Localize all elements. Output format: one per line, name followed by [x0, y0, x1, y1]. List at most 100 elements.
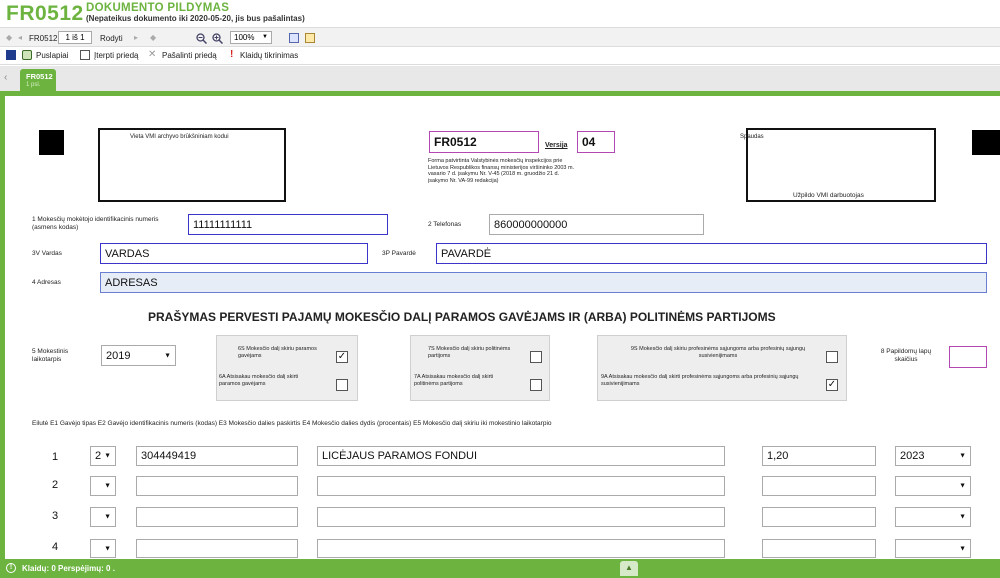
union-group	[597, 335, 847, 401]
last-page-icon[interactable]: ◆	[150, 33, 156, 42]
opt6a-checkbox[interactable]	[336, 379, 348, 391]
first-page-icon[interactable]: ◆	[6, 33, 12, 42]
recipient-code-field[interactable]: 304449419	[136, 446, 298, 466]
opt9a-label: 9A Atsisakau mokesčio dalį skirti profes…	[601, 374, 799, 387]
recipient-type-select[interactable]: ▼	[90, 507, 116, 527]
page-title: DOKUMENTO PILDYMAS	[86, 2, 230, 14]
percent-field[interactable]	[762, 507, 876, 527]
row-number: 4	[52, 541, 59, 553]
insert-attachment-icon[interactable]	[80, 50, 90, 60]
save-icon[interactable]	[6, 50, 16, 60]
recipient-type-select[interactable]: ▼	[90, 539, 116, 558]
page-tabs: ‹ FR0512 1 psl.	[0, 66, 1000, 92]
address-field[interactable]: ADRESAS	[100, 272, 987, 293]
next-page-icon[interactable]: ▸	[134, 33, 138, 42]
vmi-label: Užpildo VMI darbuotojas	[793, 192, 864, 199]
tab-code: FR0512	[26, 72, 53, 81]
recipient-code-field[interactable]	[136, 476, 298, 496]
pages-icon[interactable]	[22, 50, 32, 60]
percent-field[interactable]: 1,20	[762, 446, 876, 466]
recipient-type-select[interactable]: 2 ▼	[90, 446, 116, 466]
chevron-down-icon: ▼	[959, 513, 966, 521]
chevron-down-icon: ▼	[164, 352, 171, 359]
extra-pages-field[interactable]	[949, 346, 987, 368]
phone-field[interactable]: 860000000000	[489, 214, 704, 235]
taxpayer-id-label: 1 Mokesčių mokėtojo identifikacinis nume…	[32, 216, 159, 231]
zoom-select[interactable]: 100% ▼	[230, 31, 272, 44]
opt6s-checkbox[interactable]: ✓	[336, 351, 348, 363]
toolbar-form-code: FR0512	[29, 34, 58, 43]
version-field[interactable]: 04	[577, 131, 615, 153]
tax-period-select[interactable]: 2019 ▼	[101, 345, 176, 366]
tax-period-label: 5 Mokestinis laikotarpis	[32, 348, 69, 363]
table-header: Eilutė E1 Gavėjo tipas E2 Gavėjo identif…	[32, 420, 552, 427]
notes-icon[interactable]	[305, 33, 315, 43]
chevron-down-icon: ▼	[104, 482, 111, 490]
row-number: 3	[52, 510, 59, 522]
form-code-field[interactable]: FR0512	[429, 131, 539, 153]
address-label: 4 Adresas	[32, 279, 61, 286]
stamp-label: Spaudas	[740, 134, 764, 140]
year-select[interactable]: ▼	[895, 476, 971, 496]
recipient-purpose-field[interactable]	[317, 476, 725, 496]
pages-button[interactable]: Puslapiai	[36, 51, 68, 60]
page-indicator[interactable]: 1 iš 1	[58, 31, 92, 44]
year-select[interactable]: 2023 ▼	[895, 446, 971, 466]
zoom-in-icon[interactable]	[212, 33, 223, 44]
phone-label: 2 Telefonas	[428, 221, 462, 228]
opt7a-checkbox[interactable]	[530, 379, 542, 391]
chevron-left-icon[interactable]: ‹	[4, 72, 7, 83]
check-errors-button[interactable]: Klaidų tikrinimas	[240, 51, 298, 60]
chevron-down-icon: ▼	[959, 482, 966, 490]
status-bar: ! Klaidų: 0 Perspėjimų: 0 . ▲	[0, 559, 1000, 578]
tab-page-1[interactable]: FR0512 1 psl.	[20, 69, 56, 92]
edit-icon[interactable]	[289, 33, 299, 43]
year-select[interactable]: ▼	[895, 539, 971, 558]
opt7s-checkbox[interactable]	[530, 351, 542, 363]
recipient-purpose-field[interactable]	[317, 507, 725, 527]
first-name-field[interactable]: VARDAS	[100, 243, 368, 264]
percent-field[interactable]	[762, 539, 876, 558]
last-name-field[interactable]: PAVARDĖ	[436, 243, 987, 264]
previous-page-icon[interactable]: ◂	[18, 33, 22, 42]
corner-marker	[39, 130, 64, 155]
recipient-purpose-field[interactable]	[317, 539, 725, 558]
donation-group	[216, 335, 358, 401]
chevron-down-icon: ▼	[262, 34, 268, 40]
opt9s-checkbox[interactable]	[826, 351, 838, 363]
info-icon: !	[6, 563, 16, 573]
recipient-code-field[interactable]	[136, 507, 298, 527]
chevron-down-icon: ▼	[959, 545, 966, 552]
recipient-type-select[interactable]: ▼	[90, 476, 116, 496]
opt6s-label: 6S Mokesčio dalį skiriu paramos gavėjams	[238, 346, 317, 359]
opt6a-label: 6A Atsisakau mokesčio dalį skirti paramo…	[219, 374, 299, 387]
chevron-up-icon[interactable]: ▲	[620, 561, 638, 576]
page-subtitle: (Nepateikus dokumento iki 2020-05-20, ji…	[86, 14, 305, 23]
recipient-code-field[interactable]	[136, 539, 298, 558]
insert-attachment-button[interactable]: Įterpti priedą	[94, 51, 138, 60]
last-name-label: 3P Pavardė	[382, 250, 416, 257]
opt9s-label: 9S Mokesčio dalį skiriu profesinėms sąju…	[630, 346, 806, 359]
opt7s-label: 7S Mokesčio dalį skiriu politinėms parti…	[428, 346, 511, 359]
taxpayer-id-field[interactable]: 11111111111	[188, 214, 388, 235]
year-value: 2023	[900, 450, 925, 462]
actions-toolbar: Puslapiai Įterpti priedą ✕ Pašalinti pri…	[0, 47, 1000, 65]
extra-pages-label: 8 Papildomų lapų skaičius	[880, 348, 932, 363]
remove-attachment-button[interactable]: Pašalinti priedą	[162, 51, 217, 60]
version-label: Versija	[545, 142, 568, 149]
section-title: PRAŠYMAS PERVESTI PAJAMŲ MOKESČIO DALĮ P…	[148, 310, 776, 324]
opt7a-label: 7A Atsisakau mokesčio dalį skirti politi…	[414, 374, 494, 387]
warning-icon: !	[230, 49, 234, 60]
party-group	[410, 335, 550, 401]
show-button[interactable]: Rodyti	[100, 34, 123, 43]
remove-attachment-icon[interactable]: ✕	[148, 49, 156, 60]
zoom-value: 100%	[234, 33, 255, 42]
percent-field[interactable]	[762, 476, 876, 496]
recipient-purpose-field[interactable]: LICĖJAUS PARAMOS FONDUI	[317, 446, 725, 466]
recipient-type-value: 2	[95, 450, 102, 462]
chevron-down-icon: ▼	[959, 452, 966, 460]
year-select[interactable]: ▼	[895, 507, 971, 527]
zoom-out-icon[interactable]	[196, 33, 207, 44]
corner-marker	[972, 130, 1000, 155]
opt9a-checkbox[interactable]: ✓	[826, 379, 838, 391]
